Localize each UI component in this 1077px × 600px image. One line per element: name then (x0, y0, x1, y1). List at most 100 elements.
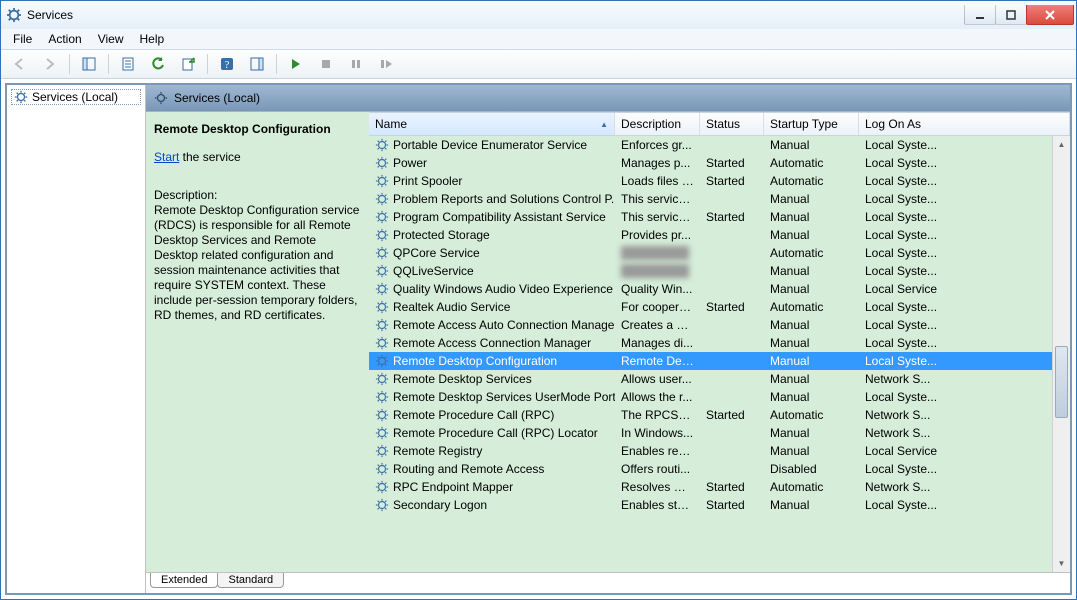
pause-service-button[interactable] (343, 52, 369, 76)
gear-icon (375, 336, 389, 350)
service-list-pane: Name▲ Description Status Startup Type Lo… (369, 112, 1070, 572)
service-row[interactable]: Remote Access Connection ManagerManages … (369, 334, 1052, 352)
properties-button[interactable] (115, 52, 141, 76)
service-startup-type: Manual (764, 318, 859, 332)
scroll-down-arrow-icon[interactable]: ▼ (1053, 555, 1070, 572)
gear-icon (375, 444, 389, 458)
menu-file[interactable]: File (13, 32, 32, 46)
service-row[interactable]: Remote Procedure Call (RPC)The RPCSS ...… (369, 406, 1052, 424)
service-description: Quality Win... (615, 282, 700, 296)
refresh-button[interactable] (145, 52, 171, 76)
service-startup-type: Manual (764, 336, 859, 350)
maximize-button[interactable] (995, 5, 1027, 25)
service-startup-type: Automatic (764, 300, 859, 314)
service-row[interactable]: Remote RegistryEnables rem...ManualLocal… (369, 442, 1052, 460)
service-startup-type: Manual (764, 282, 859, 296)
content-wrap: Remote Desktop Configuration Start the s… (146, 111, 1070, 572)
service-row[interactable]: Secondary LogonEnables star...StartedMan… (369, 496, 1052, 514)
show-hide-tree-button[interactable] (76, 52, 102, 76)
tab-extended[interactable]: Extended (150, 573, 218, 588)
service-description: In Windows... (615, 426, 700, 440)
service-row[interactable]: Remote Desktop ServicesAllows user...Man… (369, 370, 1052, 388)
column-status-header[interactable]: Status (700, 113, 764, 135)
service-startup-type: Manual (764, 210, 859, 224)
service-description: Resolves RP... (615, 480, 700, 494)
show-hide-action-pane-button[interactable] (244, 52, 270, 76)
service-status: Started (700, 210, 764, 224)
window-title: Services (27, 8, 73, 22)
detail-action-line: Start the service (154, 150, 361, 164)
service-row[interactable]: Remote Access Auto Connection ManagerCre… (369, 316, 1052, 334)
detail-heading: Remote Desktop Configuration (154, 122, 361, 136)
gear-icon (375, 282, 389, 296)
close-button[interactable] (1026, 5, 1074, 25)
service-row[interactable]: PowerManages p...StartedAutomaticLocal S… (369, 154, 1052, 172)
toolbar: ? (1, 50, 1076, 79)
service-logon-as: Network S... (859, 372, 1052, 386)
service-description: Manages di... (615, 336, 700, 350)
service-name: Quality Windows Audio Video Experience (393, 282, 613, 296)
service-status: Started (700, 498, 764, 512)
service-name: QQLiveService (393, 264, 474, 278)
service-row[interactable]: Program Compatibility Assistant ServiceT… (369, 208, 1052, 226)
service-row[interactable]: Portable Device Enumerator ServiceEnforc… (369, 136, 1052, 154)
service-name: Remote Registry (393, 444, 482, 458)
column-startup-header[interactable]: Startup Type (764, 113, 859, 135)
service-row[interactable]: Remote Desktop Services UserMode Port ..… (369, 388, 1052, 406)
scroll-up-arrow-icon[interactable]: ▲ (1053, 136, 1070, 153)
nav-forward-button[interactable] (37, 52, 63, 76)
service-name: Power (393, 156, 427, 170)
service-name: RPC Endpoint Mapper (393, 480, 513, 494)
toolbar-separator (108, 54, 109, 74)
app-icon (7, 8, 21, 22)
menu-view[interactable]: View (98, 32, 124, 46)
service-row[interactable]: Remote Desktop ConfigurationRemote Des..… (369, 352, 1052, 370)
service-status: Started (700, 480, 764, 494)
gear-icon (375, 210, 389, 224)
service-description: Creates a co... (615, 318, 700, 332)
service-row[interactable]: Routing and Remote AccessOffers routi...… (369, 460, 1052, 478)
restart-service-button[interactable] (373, 52, 399, 76)
gear-icon (375, 498, 389, 512)
service-row[interactable]: QPCore Service████████AutomaticLocal Sys… (369, 244, 1052, 262)
service-status: Started (700, 408, 764, 422)
service-row[interactable]: Print SpoolerLoads files t...StartedAuto… (369, 172, 1052, 190)
service-row[interactable]: Quality Windows Audio Video ExperienceQu… (369, 280, 1052, 298)
start-service-link[interactable]: Start (154, 150, 179, 164)
scroll-thumb[interactable] (1055, 346, 1068, 418)
service-row[interactable]: Realtek Audio ServiceFor coopera...Start… (369, 298, 1052, 316)
tree-node-services-local[interactable]: Services (Local) (11, 89, 141, 105)
gear-icon (375, 318, 389, 332)
service-row[interactable]: Problem Reports and Solutions Control P.… (369, 190, 1052, 208)
service-startup-type: Manual (764, 444, 859, 458)
menu-help[interactable]: Help (140, 32, 165, 46)
service-rows: Portable Device Enumerator ServiceEnforc… (369, 136, 1052, 572)
service-row[interactable]: Protected StorageProvides pr...ManualLoc… (369, 226, 1052, 244)
service-row[interactable]: RPC Endpoint Mapper Resolves RP...Started… (369, 478, 1052, 496)
service-logon-as: Local Syste... (859, 462, 1052, 476)
stop-service-button[interactable] (313, 52, 339, 76)
start-service-button[interactable] (283, 52, 309, 76)
pane-header: Services (Local) (146, 85, 1070, 111)
gear-icon (375, 462, 389, 476)
service-startup-type: Automatic (764, 408, 859, 422)
service-startup-type: Automatic (764, 246, 859, 260)
service-logon-as: Local Service (859, 282, 1052, 296)
gear-icon (375, 300, 389, 314)
column-name-header[interactable]: Name▲ (369, 113, 615, 135)
tab-standard[interactable]: Standard (217, 573, 284, 588)
service-row[interactable]: QQLiveService████████ManualLocal Syste..… (369, 262, 1052, 280)
minimize-button[interactable] (964, 5, 996, 25)
help-button[interactable]: ? (214, 52, 240, 76)
gear-icon (375, 390, 389, 404)
service-description: ████████ (615, 264, 700, 278)
service-startup-type: Manual (764, 498, 859, 512)
column-logon-header[interactable]: Log On As (859, 113, 1070, 135)
menu-action[interactable]: Action (48, 32, 81, 46)
service-row[interactable]: Remote Procedure Call (RPC) LocatorIn Wi… (369, 424, 1052, 442)
column-description-header[interactable]: Description (615, 113, 700, 135)
export-list-button[interactable] (175, 52, 201, 76)
nav-back-button[interactable] (7, 52, 33, 76)
vertical-scrollbar[interactable]: ▲ ▼ (1052, 136, 1070, 572)
service-description: The RPCSS ... (615, 408, 700, 422)
